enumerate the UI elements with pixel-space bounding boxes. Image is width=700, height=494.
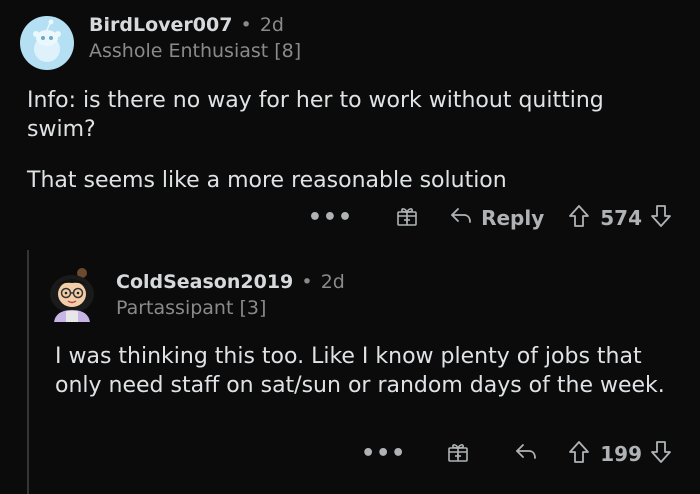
upvote-button[interactable] [568,440,590,469]
comment-meta: BirdLover007 • 2d Asshole Enthusiast [8] [89,14,301,62]
award-button[interactable] [446,440,470,469]
snoo-avatar-icon[interactable] [20,16,74,70]
more-options-button[interactable]: ••• [361,443,406,465]
gift-icon [446,440,470,469]
downvote-button[interactable] [650,204,672,233]
upvote-button[interactable] [568,204,590,233]
vote-count: 574 [600,206,642,230]
comment-body: I was thinking this too. Like I know ple… [55,342,685,400]
gift-icon [395,204,419,233]
cartoon-avatar-icon[interactable] [44,264,104,324]
username[interactable]: ColdSeason2019 [116,271,293,293]
downvote-arrow-icon [650,440,672,469]
more-options-button[interactable]: ••• [308,207,353,229]
comment-actions: ••• Reply 574 [308,203,672,233]
reply-button[interactable]: Reply [449,205,544,232]
comment-body: Info: is there no way for her to work wi… [27,86,677,217]
upvote-arrow-icon [568,440,590,469]
timestamp: 2d [259,14,284,36]
award-button[interactable] [395,204,419,233]
user-flair: Asshole Enthusiast [8] [89,40,302,62]
comment-meta: ColdSeason2019 • 2d Partassipant [3] [116,271,345,319]
reply-arrow-icon [514,441,538,468]
meta-separator: • [301,271,313,293]
thread-line[interactable] [27,250,29,494]
downvote-arrow-icon [650,204,672,233]
timestamp: 2d [320,271,345,293]
downvote-button[interactable] [650,440,672,469]
meta-separator: • [240,14,252,36]
comment-paragraph: I was thinking this too. Like I know ple… [55,344,665,398]
reply-label: Reply [481,206,545,230]
upvote-arrow-icon [568,204,590,233]
vote-count: 199 [600,442,642,466]
reply-button[interactable] [506,441,538,468]
user-flair: Partassipant [3] [116,297,267,319]
comment-actions: ••• 199 [361,439,672,469]
comment-paragraph: That seems like a more reasonable soluti… [27,168,507,193]
comment-paragraph: Info: is there no way for her to work wi… [27,88,604,142]
username[interactable]: BirdLover007 [89,14,232,36]
reply-arrow-icon [449,205,473,232]
comment-thread: BirdLover007 • 2d Asshole Enthusiast [8]… [0,0,700,494]
